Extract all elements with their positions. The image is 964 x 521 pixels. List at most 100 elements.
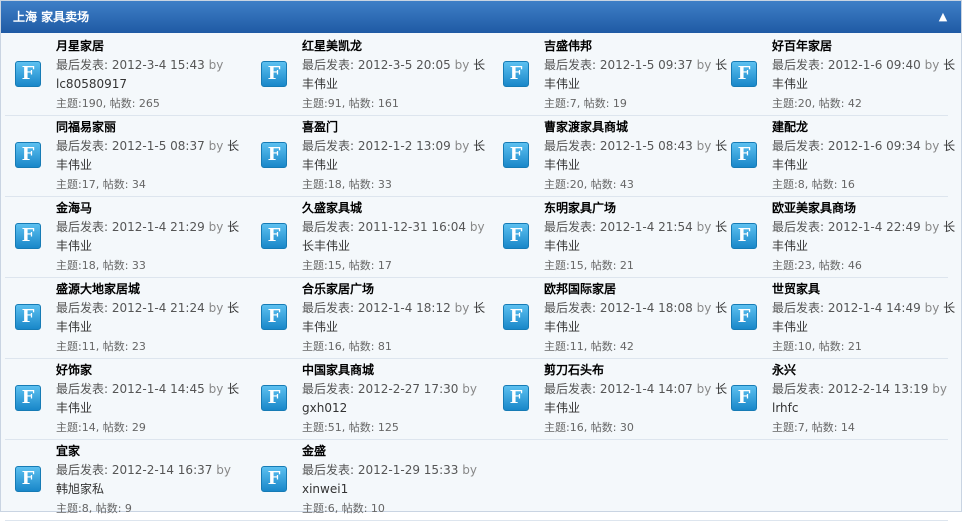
last-post-user-link[interactable]: xinwei1	[302, 482, 348, 496]
forum-icon[interactable]: F	[261, 466, 287, 492]
forum-icon[interactable]: F	[15, 61, 41, 87]
last-post-label: 最后发表:	[772, 301, 825, 315]
forum-name-link[interactable]: 久盛家具城	[302, 199, 492, 218]
last-post-user-link[interactable]: 韩旭家私	[56, 482, 104, 496]
category-title[interactable]: 上海 家具卖场	[13, 1, 89, 33]
forum-info: 吉盛伟邦 最后发表: 2012-1-5 09:37 by 长丰伟业 主题:7, …	[544, 37, 734, 113]
forum-icon[interactable]: F	[731, 223, 757, 249]
last-post-date[interactable]: 2012-1-4 18:08	[600, 301, 693, 315]
forum-name-link[interactable]: 宜家	[56, 442, 246, 461]
last-post-date[interactable]: 2012-1-5 08:43	[600, 139, 693, 153]
forum-icon[interactable]: F	[261, 385, 287, 411]
forum-name-link[interactable]: 剪刀石头布	[544, 361, 734, 380]
last-post-date[interactable]: 2012-1-4 14:45	[112, 382, 205, 396]
forum-icon[interactable]: F	[503, 304, 529, 330]
forum-name-link[interactable]: 东明家具广场	[544, 199, 734, 218]
forum-row: F 同福易家丽 最后发表: 2012-1-5 08:37 by 长丰伟业 主题:…	[5, 116, 955, 197]
by-label: by	[462, 463, 477, 477]
last-post-user-link[interactable]: 长丰伟业	[302, 239, 350, 253]
last-post: 最后发表: 2012-1-4 14:45 by 长丰伟业	[56, 380, 246, 418]
last-post-date[interactable]: 2012-1-4 18:12	[358, 301, 451, 315]
last-post-label: 最后发表:	[56, 301, 109, 315]
forum-name-link[interactable]: 金盛	[302, 442, 492, 461]
forum-name-link[interactable]: 欧邦国际家居	[544, 280, 734, 299]
last-post-date[interactable]: 2012-1-5 09:37	[600, 58, 693, 72]
by-label: by	[454, 301, 470, 315]
last-post: 最后发表: 2012-1-5 09:37 by 长丰伟业	[544, 56, 734, 94]
forum-name-link[interactable]: 好百年家居	[772, 37, 962, 56]
forum-icon[interactable]: F	[261, 142, 287, 168]
by-label: by	[208, 58, 224, 72]
last-post-date[interactable]: 2012-1-6 09:34	[828, 139, 921, 153]
forum-name-link[interactable]: 世贸家具	[772, 280, 962, 299]
forum-icon[interactable]: F	[15, 223, 41, 249]
forum-icon[interactable]: F	[15, 466, 41, 492]
last-post-date[interactable]: 2012-1-6 09:40	[828, 58, 921, 72]
forum-icon[interactable]: F	[503, 223, 529, 249]
last-post-date[interactable]: 2011-12-31 16:04	[358, 220, 466, 234]
last-post-label: 最后发表:	[56, 382, 109, 396]
forum-name-link[interactable]: 金海马	[56, 199, 246, 218]
forum-name-link[interactable]: 建配龙	[772, 118, 962, 137]
last-post-date[interactable]: 2012-1-4 22:49	[828, 220, 921, 234]
forum-icon[interactable]: F	[731, 304, 757, 330]
forum-icon[interactable]: F	[731, 385, 757, 411]
forum-name-link[interactable]: 同福易家丽	[56, 118, 246, 137]
forum-icon[interactable]: F	[731, 61, 757, 87]
last-post-date[interactable]: 2012-3-4 15:43	[112, 58, 205, 72]
chevron-up-icon[interactable]: ▲	[935, 9, 951, 25]
forum-stats: 主题:6, 帖数: 10	[302, 502, 385, 515]
last-post: 最后发表: 2012-2-14 13:19 by lrhfc	[772, 380, 962, 418]
forum-grid: F 月星家居 最后发表: 2012-3-4 15:43 by lc8058091…	[5, 35, 955, 521]
forum-icon[interactable]: F	[261, 61, 287, 87]
last-post-date[interactable]: 2012-2-27 17:30	[358, 382, 459, 396]
last-post-date[interactable]: 2012-1-4 21:24	[112, 301, 205, 315]
forum-stats: 主题:18, 帖数: 33	[302, 178, 392, 191]
by-label: by	[696, 58, 712, 72]
forum-icon[interactable]: F	[503, 142, 529, 168]
forum-name-link[interactable]: 曹家渡家具商城	[544, 118, 734, 137]
last-post-date[interactable]: 2012-1-5 08:37	[112, 139, 205, 153]
forum-name-link[interactable]: 盛源大地家居城	[56, 280, 246, 299]
forum-icon[interactable]: F	[15, 304, 41, 330]
forum-name-link[interactable]: 好饰家	[56, 361, 246, 380]
last-post-date[interactable]: 2012-1-2 13:09	[358, 139, 451, 153]
forum-stats: 主题:10, 帖数: 21	[772, 340, 862, 353]
forum-icon[interactable]: F	[503, 385, 529, 411]
last-post-label: 最后发表:	[772, 382, 825, 396]
last-post: 最后发表: 2012-2-14 16:37 by 韩旭家私	[56, 461, 246, 499]
forum-stats: 主题:11, 帖数: 23	[56, 340, 146, 353]
last-post-date[interactable]: 2012-3-5 20:05	[358, 58, 451, 72]
forum-stats: 主题:8, 帖数: 9	[56, 502, 132, 515]
forum-info: 好百年家居 最后发表: 2012-1-6 09:40 by 长丰伟业 主题:20…	[772, 37, 962, 113]
last-post-date[interactable]: 2012-1-4 21:29	[112, 220, 205, 234]
last-post-label: 最后发表:	[544, 382, 597, 396]
last-post-date[interactable]: 2012-1-4 21:54	[600, 220, 693, 234]
last-post-user-link[interactable]: gxh012	[302, 401, 347, 415]
forum-name-link[interactable]: 永兴	[772, 361, 962, 380]
last-post-date[interactable]: 2012-1-29 15:33	[358, 463, 459, 477]
last-post: 最后发表: 2011-12-31 16:04 by 长丰伟业	[302, 218, 492, 256]
last-post-date[interactable]: 2012-2-14 13:19	[828, 382, 929, 396]
forum-icon[interactable]: F	[261, 223, 287, 249]
forum-name-link[interactable]: 吉盛伟邦	[544, 37, 734, 56]
forum-name-link[interactable]: 中国家具商城	[302, 361, 492, 380]
last-post-date[interactable]: 2012-1-4 14:49	[828, 301, 921, 315]
forum-icon[interactable]: F	[503, 61, 529, 87]
forum-icon[interactable]: F	[731, 142, 757, 168]
last-post-user-link[interactable]: lrhfc	[772, 401, 798, 415]
forum-stats: 主题:190, 帖数: 265	[56, 97, 160, 110]
forum-icon[interactable]: F	[15, 385, 41, 411]
last-post-date[interactable]: 2012-2-14 16:37	[112, 463, 213, 477]
forum-info: 喜盈门 最后发表: 2012-1-2 13:09 by 长丰伟业 主题:18, …	[302, 118, 492, 194]
forum-icon[interactable]: F	[261, 304, 287, 330]
forum-icon[interactable]: F	[15, 142, 41, 168]
forum-name-link[interactable]: 红星美凯龙	[302, 37, 492, 56]
last-post-user-link[interactable]: lc80580917	[56, 77, 127, 91]
forum-name-link[interactable]: 喜盈门	[302, 118, 492, 137]
forum-name-link[interactable]: 欧亚美家具商场	[772, 199, 962, 218]
forum-name-link[interactable]: 月星家居	[56, 37, 246, 56]
last-post-date[interactable]: 2012-1-4 14:07	[600, 382, 693, 396]
forum-name-link[interactable]: 合乐家居广场	[302, 280, 492, 299]
by-label: by	[696, 301, 712, 315]
